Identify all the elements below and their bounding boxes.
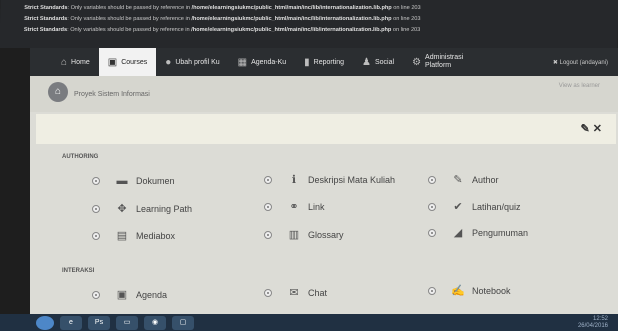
view-as-learner-link[interactable]: View as learner — [559, 83, 600, 89]
folder-icon: ▬ — [116, 175, 128, 187]
breadcrumb-course[interactable]: Proyek Sistem Informasi — [74, 91, 150, 98]
link-icon: ⚭ — [289, 201, 299, 213]
pen-icon: ✎ — [453, 174, 463, 186]
warning-line: Strict Standards: Only variables should … — [24, 16, 421, 22]
calendar-icon: ▣ — [116, 289, 128, 301]
windows-taskbar: e Ps ▭ ◉ ▢ 12:52 26/04/2016 — [0, 314, 618, 331]
megaphone-icon: ◢ — [453, 227, 463, 239]
tool-learning-path[interactable]: ✥ Learning Path — [92, 202, 192, 215]
home-icon[interactable]: ⌂ — [48, 82, 68, 102]
user-icon: ● — [165, 56, 172, 68]
taskbar-app-ps[interactable]: Ps — [88, 315, 110, 330]
course-icon: ▣ — [107, 56, 118, 68]
course-home: ⌂ Proyek Sistem Informasi View as learne… — [30, 76, 618, 314]
nav-profile[interactable]: ● Ubah profil Ku — [156, 48, 228, 76]
visibility-toggle[interactable] — [428, 228, 436, 237]
close-icon: ✖ — [552, 59, 560, 66]
visibility-toggle[interactable] — [92, 204, 100, 213]
tool-agenda[interactable]: ▣ Agenda — [92, 288, 167, 301]
nav-admin[interactable]: ⚙ Administrasi Platform — [403, 48, 472, 76]
tool-pengumuman[interactable]: ◢ Pengumuman — [428, 226, 528, 239]
section-interaksi: INTERAKSI — [62, 268, 95, 274]
visibility-toggle[interactable] — [264, 230, 272, 239]
tool-link[interactable]: ⚭ Link — [264, 200, 325, 213]
php-warnings: Strict Standards: Only variables should … — [0, 0, 618, 48]
nav-home[interactable]: ⌂ Home — [52, 48, 99, 76]
system-tray-clock[interactable]: 12:52 26/04/2016 — [578, 316, 608, 330]
tool-notebook[interactable]: ✍ Notebook — [428, 284, 511, 297]
close-icon[interactable]: ✕ — [593, 123, 602, 135]
tool-deskripsi[interactable]: ℹ Deskripsi Mata Kuliah — [264, 173, 395, 186]
info-icon: ℹ — [291, 174, 297, 186]
notebook-icon: ✍ — [451, 285, 465, 297]
nav-courses[interactable]: ▣ Courses — [98, 48, 157, 76]
taskbar-app-explorer[interactable]: ▭ — [116, 315, 138, 330]
warning-line: Strict Standards: Only variables should … — [24, 5, 421, 11]
taskbar-app-window[interactable]: ▢ — [172, 315, 194, 330]
tool-latihan[interactable]: ✔ Latihan/quiz — [428, 200, 521, 213]
nav-social[interactable]: ♟ Social — [353, 48, 403, 76]
warning-line: Strict Standards: Only variables should … — [23, 27, 421, 33]
visibility-toggle[interactable] — [264, 202, 272, 211]
visibility-toggle[interactable] — [92, 177, 100, 185]
chat-icon: ✉ — [289, 287, 299, 299]
visibility-toggle[interactable] — [428, 286, 436, 295]
edit-icon[interactable]: ✎ — [581, 123, 590, 135]
tool-chat[interactable]: ✉ Chat — [264, 286, 327, 299]
tool-glossary[interactable]: ▥ Glossary — [264, 228, 344, 241]
visibility-toggle[interactable] — [92, 290, 100, 299]
tool-mediabox[interactable]: ▤ Mediabox — [92, 229, 175, 242]
start-button[interactable] — [36, 315, 54, 330]
path-icon: ✥ — [117, 203, 127, 215]
media-icon: ▤ — [116, 230, 128, 242]
people-icon: ♟ — [362, 56, 371, 68]
visibility-toggle[interactable] — [264, 288, 272, 297]
gear-icon: ⚙ — [412, 56, 422, 68]
breadcrumb: ⌂ Proyek Sistem Informasi View as learne… — [30, 76, 618, 112]
tool-dokumen[interactable]: ▬ Dokumen — [92, 175, 175, 187]
main-navbar: ⌂ Home ▣ Courses ● Ubah profil Ku ▦ Agenda-K… — [30, 48, 618, 76]
tool-author[interactable]: ✎ Author — [428, 173, 499, 186]
calendar-icon: ▦ — [237, 56, 248, 68]
nav-reporting[interactable]: ▮ Reporting — [295, 48, 353, 76]
visibility-toggle[interactable] — [428, 175, 436, 184]
taskbar-app-ie[interactable]: e — [60, 315, 82, 330]
visibility-toggle[interactable] — [92, 231, 100, 240]
nav-agenda[interactable]: ▦ Agenda-Ku — [229, 48, 295, 76]
home-icon: ⌂ — [61, 56, 68, 68]
taskbar-app-chrome[interactable]: ◉ — [144, 315, 166, 330]
visibility-toggle[interactable] — [428, 202, 436, 211]
logout-link[interactable]: ✖ Logout (andayani) — [553, 59, 608, 66]
check-icon: ✔ — [453, 201, 463, 213]
visibility-toggle[interactable] — [264, 175, 272, 184]
glossary-icon: ▥ — [288, 229, 300, 241]
course-intro-panel: ✎ ✕ — [36, 114, 616, 144]
bar-chart-icon: ▮ — [304, 56, 310, 68]
section-authoring: AUTHORING — [62, 154, 99, 160]
